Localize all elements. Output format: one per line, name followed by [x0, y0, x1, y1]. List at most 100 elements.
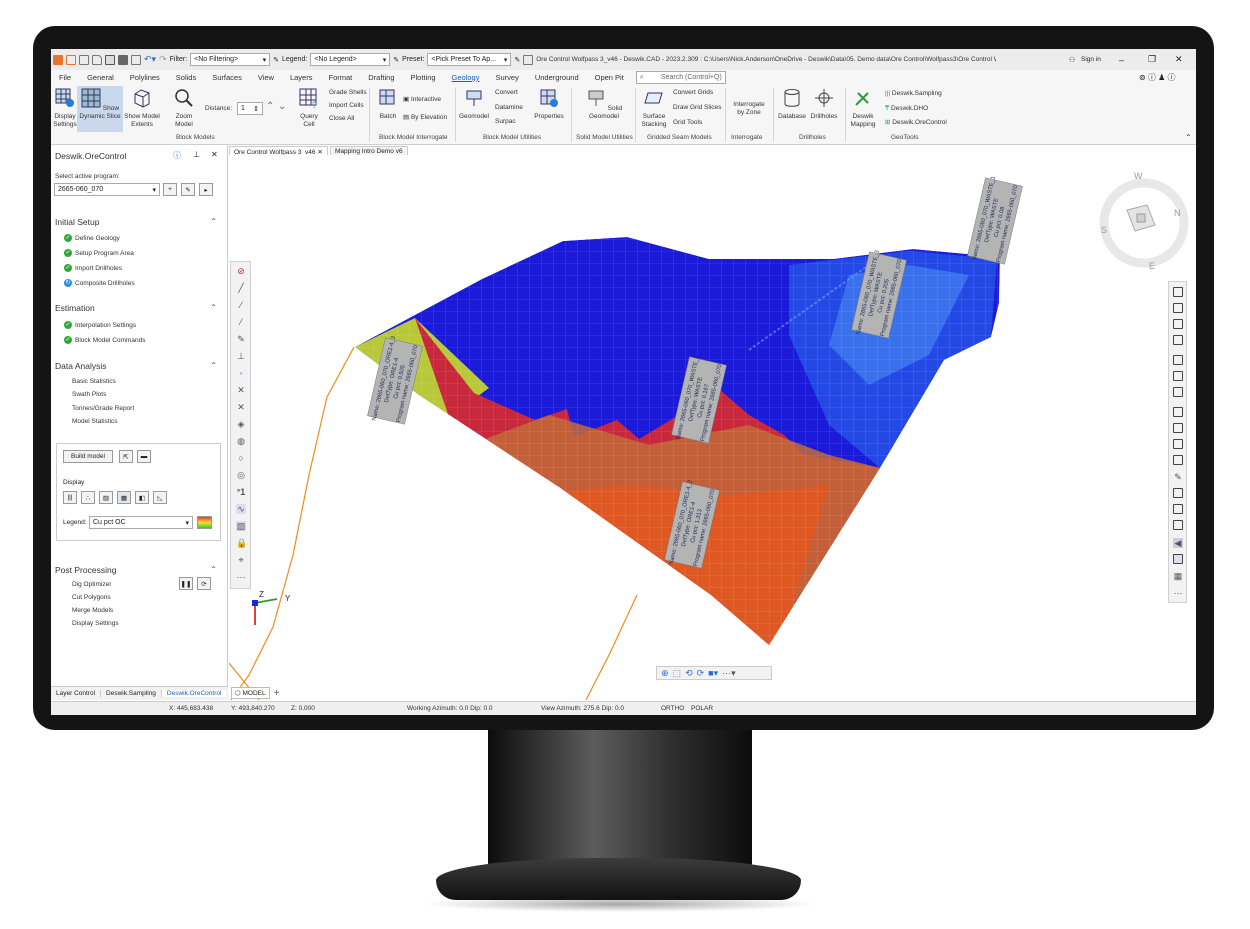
by-elevation-button[interactable]: ▤ By Elevation: [403, 113, 447, 121]
add-program-button[interactable]: +: [163, 183, 177, 196]
legend-palette-icon[interactable]: [197, 516, 212, 529]
status-ortho[interactable]: ORTHO: [661, 705, 684, 712]
tab-model[interactable]: ⬡ MODEL: [231, 687, 270, 699]
orbit-icon[interactable]: ⟲: [685, 668, 693, 679]
display-blocks-icon[interactable]: ▨: [99, 491, 113, 504]
view-back-icon[interactable]: [1173, 335, 1183, 345]
arrow-left-icon[interactable]: ◀: [1173, 538, 1183, 548]
swath-plots-item[interactable]: Swath Plots: [72, 391, 106, 398]
block-model-commands-item[interactable]: ✓ Block Model Commands: [64, 336, 145, 344]
interpolation-settings-item[interactable]: ✓ Interpolation Settings: [64, 321, 136, 329]
tab-deswik-orecontrol[interactable]: Deswik.OreControl: [160, 690, 227, 697]
show-dynamic-slice-button[interactable]: Show Dynamic Slice: [77, 86, 123, 132]
more-icon[interactable]: ⋯: [236, 572, 246, 582]
rect-snap-icon[interactable]: ▧: [236, 521, 246, 531]
geomodel-button[interactable]: Geomodel: [459, 88, 489, 121]
blank-doc-icon[interactable]: [79, 54, 89, 65]
program-dropdown[interactable]: 2665-060_070 ▾: [54, 183, 160, 196]
query-cell-button[interactable]: ? Query Cell: [295, 88, 323, 129]
pencil-icon[interactable]: ✎: [393, 56, 399, 64]
menu-general[interactable]: General: [79, 73, 122, 82]
center-icon[interactable]: ◎: [236, 470, 246, 480]
chevron-up-icon[interactable]: ⌃: [210, 361, 217, 370]
chevron-up-icon[interactable]: ⌃: [210, 565, 217, 574]
deswik-dho-button[interactable]: ₸ Deswik.DHO: [885, 104, 928, 112]
properties-button[interactable]: Properties: [533, 88, 565, 121]
deswik-mapping-button[interactable]: Deswik Mapping: [847, 88, 879, 129]
chevron-down-icon[interactable]: ⌄: [278, 101, 286, 112]
iso-ne-icon[interactable]: [1173, 439, 1183, 449]
edit-program-button[interactable]: ✎: [181, 183, 195, 196]
endpoint-icon[interactable]: ⁄: [236, 300, 246, 310]
midpoint-icon[interactable]: ⁄: [236, 317, 246, 327]
display-solid-icon[interactable]: ◧: [135, 491, 149, 504]
menu-plotting[interactable]: Plotting: [403, 73, 444, 82]
tangent-icon[interactable]: ◍: [236, 436, 246, 446]
plane-icon[interactable]: [1173, 488, 1183, 498]
batch-button[interactable]: Batch: [377, 88, 399, 121]
grid-icon[interactable]: ▦: [1173, 571, 1183, 581]
preset-dropdown[interactable]: <Pick Preset To Ap... ▾: [427, 53, 512, 66]
menu-view[interactable]: View: [250, 73, 282, 82]
redo-icon[interactable]: ↷: [159, 54, 167, 65]
legend-dropdown[interactable]: Cu pct OC ▾: [89, 516, 193, 529]
tab-layer-control[interactable]: Layer Control: [51, 690, 100, 697]
model-statistics-item[interactable]: Model Statistics: [72, 418, 118, 425]
close-all-button[interactable]: Close All: [329, 115, 354, 122]
help-icon[interactable]: ⓘ: [173, 150, 181, 161]
block-label[interactable]: Name: 2665-060_070_WASTE_1DefType: WASTE…: [967, 175, 1023, 267]
display-bars-icon[interactable]: |||: [63, 491, 77, 504]
export-icon[interactable]: ⇱: [119, 450, 133, 463]
collapse-ribbon-icon[interactable]: ⌃: [1185, 133, 1192, 142]
close-panel-icon[interactable]: ✕: [211, 150, 218, 159]
filter-dropdown[interactable]: <No Filtering> ▾: [190, 53, 271, 66]
chevron-up-icon[interactable]: ⌃: [210, 303, 217, 312]
menu-solids[interactable]: Solids: [168, 73, 204, 82]
iso-se-icon[interactable]: [1173, 423, 1183, 433]
menu-polylines[interactable]: Polylines: [122, 73, 168, 82]
interrogate-by-zone-button[interactable]: Interrogate by Zone: [731, 101, 767, 117]
iso-nw-icon[interactable]: [1173, 455, 1183, 465]
display-settings-button[interactable]: Display Settings: [53, 88, 77, 129]
page-setup-icon[interactable]: [131, 54, 141, 65]
point-icon[interactable]: ◦: [236, 368, 246, 378]
search-input[interactable]: ⌕ Search (Control+Q): [635, 71, 726, 84]
add-tab-icon[interactable]: +: [274, 688, 280, 699]
tonnes-grade-report-item[interactable]: Tonnes/Grade Report: [72, 405, 134, 412]
dig-optimizer-item[interactable]: Dig Optimizer: [72, 581, 111, 588]
sign-in-link[interactable]: Sign in: [1081, 56, 1101, 63]
polyline-icon[interactable]: ∿: [236, 504, 246, 514]
layers-icon[interactable]: [523, 54, 534, 65]
merge-models-item[interactable]: Merge Models: [72, 607, 113, 614]
person-icon[interactable]: ⚇: [1069, 56, 1075, 64]
convert-grids-button[interactable]: Convert Grids: [673, 89, 713, 96]
display-grid-icon[interactable]: ▦: [117, 491, 131, 504]
chevron-up-icon[interactable]: ⌃: [266, 101, 274, 112]
view-top-icon[interactable]: [1173, 287, 1183, 297]
circle-icon[interactable]: ○: [236, 453, 246, 463]
interactive-button[interactable]: ▣ Interactive: [403, 95, 441, 103]
open-folder-icon[interactable]: ▬: [137, 450, 151, 463]
model-view[interactable]: Name: 2665-060_070_ORE1-4_3DefType: ORE1…: [229, 155, 1196, 700]
database-button[interactable]: Database: [777, 88, 807, 121]
intersection-icon[interactable]: ✕: [236, 385, 246, 395]
iso-sw-icon[interactable]: [1173, 407, 1183, 417]
zoom-model-button[interactable]: Zoom Model: [166, 88, 202, 129]
surface-stacking-button[interactable]: Surface Stacking: [638, 88, 670, 129]
grid-tools-button[interactable]: Grid Tools: [673, 119, 702, 126]
legend-dropdown[interactable]: <No Legend> ▾: [310, 53, 391, 66]
deswik-orecontrol-button[interactable]: ⊞ Deswik.OreControl: [885, 118, 947, 126]
minimize-button[interactable]: –: [1119, 55, 1124, 65]
pencil-icon[interactable]: ✎: [514, 56, 520, 64]
view-front-icon[interactable]: [1173, 319, 1183, 329]
no-snap-icon[interactable]: ⊘: [236, 266, 246, 276]
import-cells-button[interactable]: Import Cells: [329, 102, 364, 109]
line-icon[interactable]: ╱: [236, 283, 246, 293]
menu-layers[interactable]: Layers: [282, 73, 321, 82]
save-icon[interactable]: [105, 54, 115, 65]
menu-open-pit[interactable]: Open Pit: [587, 73, 632, 82]
more-icon[interactable]: ···▾: [722, 668, 736, 679]
print-icon[interactable]: [118, 54, 128, 65]
deswik-logo-icon[interactable]: [53, 54, 63, 65]
drillholes-button[interactable]: Drillholes: [809, 88, 839, 121]
